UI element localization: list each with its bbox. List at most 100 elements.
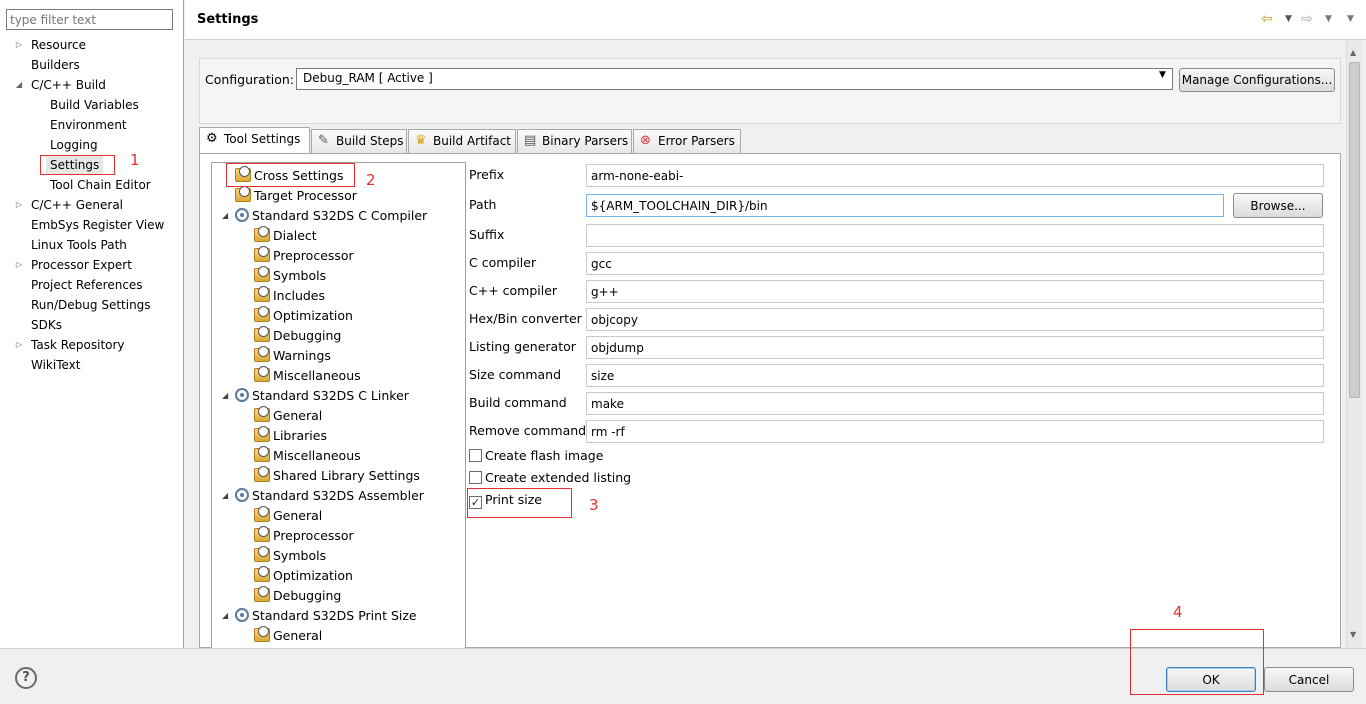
dropdown-arrow-icon[interactable]: ▼ xyxy=(1159,70,1166,80)
tree-item-linker-general[interactable]: General xyxy=(254,406,322,426)
tree-item-assembler-symbols[interactable]: Symbols xyxy=(254,546,326,566)
c-compiler-label: C compiler xyxy=(469,255,537,270)
size-command-input[interactable] xyxy=(586,364,1324,387)
folder-icon xyxy=(254,586,270,602)
build-artifact-trophy-icon: ♛ xyxy=(415,133,427,148)
tree-item-shared-library-settings[interactable]: Shared Library Settings xyxy=(254,466,420,486)
c-compiler-input[interactable] xyxy=(586,252,1324,275)
nav-item-environment[interactable]: Environment xyxy=(50,115,127,135)
tree-item-print-size-general[interactable]: General xyxy=(254,626,322,646)
tab-label: Binary Parsers xyxy=(542,134,629,148)
tree-item-c-compiler[interactable]: Standard S32DS C Compiler xyxy=(235,206,427,226)
manage-configurations-button[interactable]: Manage Configurations... xyxy=(1179,68,1335,92)
cancel-button[interactable]: Cancel xyxy=(1264,667,1354,692)
nav-item-run-debug-settings[interactable]: Run/Debug Settings xyxy=(31,295,151,315)
folder-icon xyxy=(254,466,270,482)
prefix-input[interactable] xyxy=(586,164,1324,187)
build-command-input[interactable] xyxy=(586,392,1324,415)
cpp-compiler-label: C++ compiler xyxy=(469,283,558,298)
nav-item-tool-chain-editor[interactable]: Tool Chain Editor xyxy=(50,175,151,195)
help-icon[interactable]: ? xyxy=(15,667,37,689)
tab-build-artifact[interactable]: ♛ Build Artifact xyxy=(408,129,516,153)
annotation-number-4: 4 xyxy=(1173,603,1183,621)
collapse-arrow-icon[interactable]: ◢ xyxy=(222,206,232,226)
nav-item-cc-general[interactable]: C/C++ General xyxy=(31,195,123,215)
tree-item-assembler-debugging[interactable]: Debugging xyxy=(254,586,341,606)
tree-item-assembler[interactable]: Standard S32DS Assembler xyxy=(235,486,424,506)
cpp-compiler-input[interactable] xyxy=(586,280,1324,303)
collapse-arrow-icon[interactable]: ◢ xyxy=(222,606,232,626)
remove-command-input[interactable] xyxy=(586,420,1324,443)
view-menu-icon[interactable]: ▼ xyxy=(1347,14,1354,24)
create-flash-image-checkbox[interactable] xyxy=(469,449,482,462)
tree-item-includes[interactable]: Includes xyxy=(254,286,325,306)
create-extended-listing-checkbox[interactable] xyxy=(469,471,482,484)
tab-binary-parsers[interactable]: ▤ Binary Parsers xyxy=(517,129,632,153)
tree-item-debugging[interactable]: Debugging xyxy=(254,326,341,346)
collapse-arrow-icon[interactable]: ◢ xyxy=(222,486,232,506)
nav-item-processor-expert[interactable]: Processor Expert xyxy=(31,255,132,275)
expand-resource-icon[interactable]: ▷ xyxy=(14,35,24,55)
nav-item-cc-build[interactable]: C/C++ Build xyxy=(31,75,106,95)
path-input[interactable] xyxy=(586,194,1224,217)
nav-item-project-references[interactable]: Project References xyxy=(31,275,143,295)
gear-icon xyxy=(235,488,249,502)
tree-item-assembler-general[interactable]: General xyxy=(254,506,322,526)
folder-icon xyxy=(254,626,270,642)
nav-item-linux-tools-path[interactable]: Linux Tools Path xyxy=(31,235,127,255)
create-flash-image-option[interactable]: Create flash image xyxy=(469,446,603,466)
filter-input[interactable] xyxy=(6,9,173,30)
scroll-up-icon[interactable]: ▲ xyxy=(1350,48,1356,57)
nav-item-builders[interactable]: Builders xyxy=(31,55,80,75)
nav-item-embsys-register-view[interactable]: EmbSys Register View xyxy=(31,215,164,235)
hex-bin-converter-label: Hex/Bin converter xyxy=(469,311,582,326)
suffix-input[interactable] xyxy=(586,224,1324,247)
nav-item-build-variables[interactable]: Build Variables xyxy=(50,95,139,115)
expand-cc-general-icon[interactable]: ▷ xyxy=(14,195,24,215)
vertical-scrollbar[interactable]: ▲ ▼ xyxy=(1346,40,1363,648)
folder-icon xyxy=(254,406,270,422)
build-command-label: Build command xyxy=(469,395,567,410)
scroll-down-icon[interactable]: ▼ xyxy=(1350,630,1356,639)
forward-menu-chevron-icon[interactable]: ▼ xyxy=(1325,14,1332,24)
folder-icon xyxy=(254,546,270,562)
tree-item-symbols[interactable]: Symbols xyxy=(254,266,326,286)
tree-item-print-size[interactable]: Standard S32DS Print Size xyxy=(235,606,417,626)
tree-item-assembler-preprocessor[interactable]: Preprocessor xyxy=(254,526,354,546)
tree-item-target-processor[interactable]: Target Processor xyxy=(235,186,357,206)
create-extended-listing-option[interactable]: Create extended listing xyxy=(469,468,631,488)
listing-generator-input[interactable] xyxy=(586,336,1324,359)
tree-item-preprocessor[interactable]: Preprocessor xyxy=(254,246,354,266)
tree-item-c-linker[interactable]: Standard S32DS C Linker xyxy=(235,386,409,406)
annotation-number-2: 2 xyxy=(366,171,376,189)
page-header: Settings ⇦ ▼ ⇨ ▼ ▼ xyxy=(185,0,1366,40)
nav-item-task-repository[interactable]: Task Repository xyxy=(31,335,125,355)
tree-item-linker-miscellaneous[interactable]: Miscellaneous xyxy=(254,446,361,466)
back-menu-chevron-icon[interactable]: ▼ xyxy=(1285,14,1292,24)
hex-bin-converter-input[interactable] xyxy=(586,308,1324,331)
tab-tool-settings[interactable]: ⚙ Tool Settings xyxy=(199,127,310,154)
nav-item-resource[interactable]: Resource xyxy=(31,35,86,55)
back-arrow-icon[interactable]: ⇦ xyxy=(1261,11,1273,27)
tab-build-steps[interactable]: ✎ Build Steps xyxy=(311,129,407,153)
tab-error-parsers[interactable]: ⊗ Error Parsers xyxy=(633,129,741,153)
tree-item-dialect[interactable]: Dialect xyxy=(254,226,317,246)
gear-icon xyxy=(235,388,249,402)
scrollbar-thumb[interactable] xyxy=(1349,62,1360,398)
tree-item-assembler-optimization[interactable]: Optimization xyxy=(254,566,353,586)
nav-item-sdks[interactable]: SDKs xyxy=(31,315,62,335)
expand-processor-expert-icon[interactable]: ▷ xyxy=(14,255,24,275)
expand-task-repository-icon[interactable]: ▷ xyxy=(14,335,24,355)
gear-icon xyxy=(235,608,249,622)
tree-item-warnings[interactable]: Warnings xyxy=(254,346,331,366)
collapse-cc-build-icon[interactable]: ◢ xyxy=(14,75,24,95)
collapse-arrow-icon[interactable]: ◢ xyxy=(222,386,232,406)
tree-item-miscellaneous[interactable]: Miscellaneous xyxy=(254,366,361,386)
nav-item-wikitext[interactable]: WikiText xyxy=(31,355,81,375)
tree-item-optimization[interactable]: Optimization xyxy=(254,306,353,326)
browse-button[interactable]: Browse... xyxy=(1233,193,1323,218)
tree-item-libraries[interactable]: Libraries xyxy=(254,426,327,446)
forward-arrow-icon[interactable]: ⇨ xyxy=(1301,11,1313,27)
configuration-select[interactable]: Debug_RAM [ Active ] xyxy=(296,68,1173,90)
nav-item-logging[interactable]: Logging xyxy=(50,135,98,155)
